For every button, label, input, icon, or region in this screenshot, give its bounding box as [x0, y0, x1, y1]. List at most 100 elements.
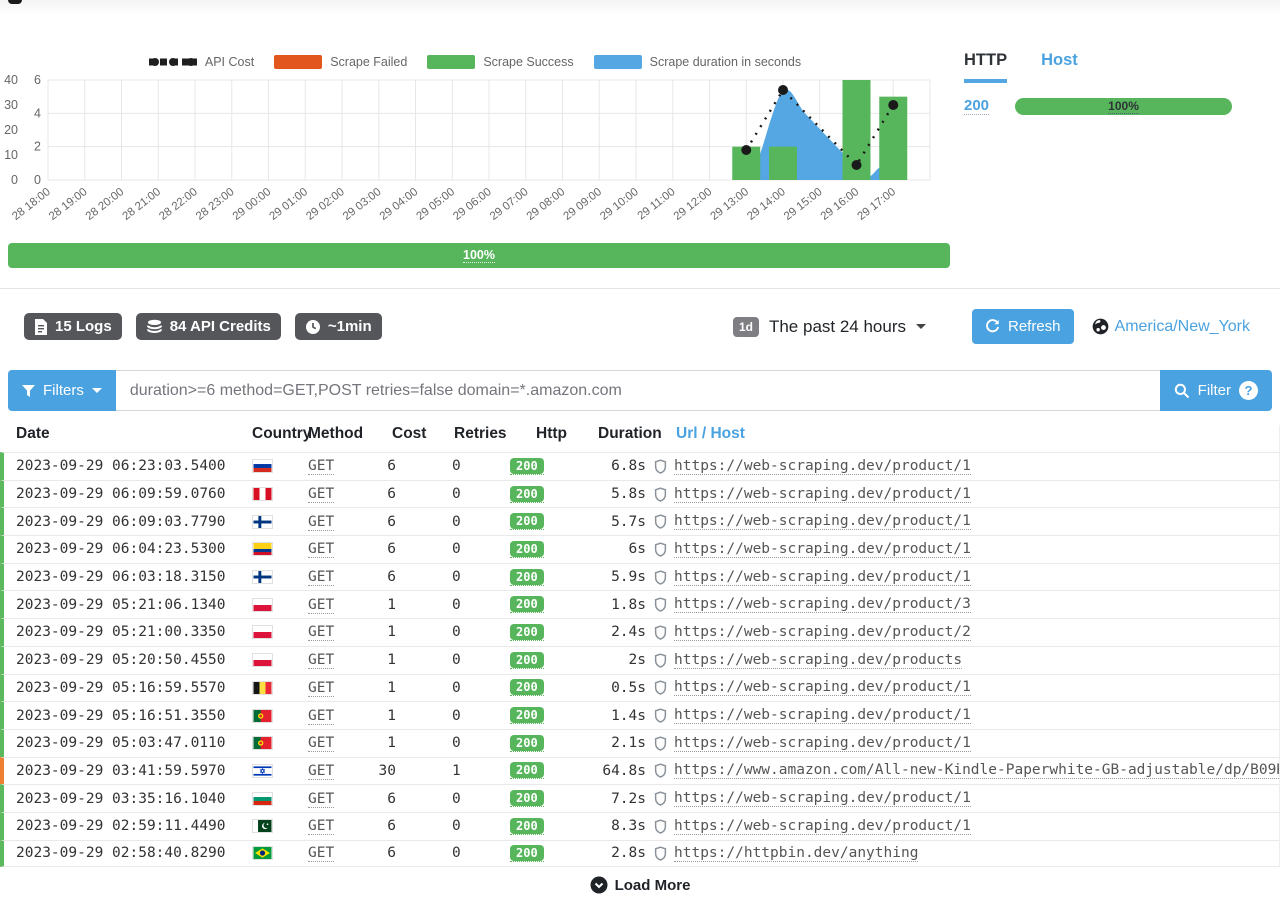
http-status-badge[interactable]: 200 — [510, 596, 544, 613]
url-link[interactable]: https://web-scraping.dev/product/1 — [674, 679, 971, 696]
timezone-link[interactable]: America/New_York — [1115, 318, 1250, 336]
table-row[interactable]: 2023-09-29 06:23:03.5400GET602006.8shttp… — [0, 452, 1279, 480]
method-label[interactable]: GET — [308, 791, 334, 808]
http-status-badge[interactable]: 200 — [510, 679, 544, 696]
method-label[interactable]: GET — [308, 541, 334, 558]
url-link[interactable]: https://web-scraping.dev/product/1 — [674, 818, 971, 835]
x-axis-labels: 28 18:0028 19:0028 20:0028 21:0028 22:00… — [10, 186, 898, 223]
method-label[interactable]: GET — [308, 458, 334, 475]
legend-item-scrape-success[interactable]: Scrape Success — [427, 55, 573, 69]
logs-table: DateCountryMethodCostRetriesHttpDuration… — [0, 425, 1280, 867]
method-label[interactable]: GET — [308, 486, 334, 503]
url-link[interactable]: https://web-scraping.dev/product/3 — [674, 596, 971, 613]
filter-submit-button[interactable]: Filter ? — [1160, 370, 1272, 411]
url-link[interactable]: https://web-scraping.dev/product/2 — [674, 624, 971, 641]
duration-total-label: ~1min — [328, 318, 372, 335]
table-row[interactable]: 2023-09-29 02:58:40.8290GET602002.8shttp… — [0, 840, 1279, 868]
shield-icon — [654, 791, 667, 806]
url-link[interactable]: https://web-scraping.dev/product/1 — [674, 486, 971, 503]
cost-value: 6 — [374, 458, 396, 474]
url-link[interactable]: https://httpbin.dev/anything — [674, 845, 918, 862]
table-row[interactable]: 2023-09-29 06:04:23.5300GET602006shttps:… — [0, 535, 1279, 563]
table-row[interactable]: 2023-09-29 05:16:59.5570GET102000.5shttp… — [0, 674, 1279, 702]
col-header-date: Date — [16, 425, 252, 443]
http-status-badge[interactable]: 200 — [510, 486, 544, 503]
legend-item-scrape-duration-in-seconds[interactable]: Scrape duration in seconds — [594, 55, 801, 69]
method-label[interactable]: GET — [308, 845, 334, 862]
time-range-select[interactable]: The past 24 hours — [769, 317, 906, 337]
http-status-badge[interactable]: 200 — [510, 624, 544, 641]
url-link[interactable]: https://web-scraping.dev/product/1 — [674, 735, 971, 752]
http-status-badge[interactable]: 200 — [510, 707, 544, 724]
load-more-button[interactable]: Load More — [0, 867, 1280, 902]
http-status-badge[interactable]: 200 — [510, 458, 544, 475]
table-row[interactable]: 2023-09-29 06:03:18.3150GET602005.9shttp… — [0, 563, 1279, 591]
method-label[interactable]: GET — [308, 763, 334, 780]
table-row[interactable]: 2023-09-29 05:03:47.0110GET102002.1shttp… — [0, 729, 1279, 757]
duration-value: 2s — [558, 652, 646, 668]
table-row[interactable]: 2023-09-29 05:16:51.3550GET102001.4shttp… — [0, 701, 1279, 729]
method-label[interactable]: GET — [308, 597, 334, 614]
legend-item-api-cost[interactable]: API Cost — [149, 55, 254, 69]
table-row[interactable]: 2023-09-29 03:35:16.1040GET602007.2shttp… — [0, 784, 1279, 812]
shield-icon — [654, 487, 667, 502]
table-row[interactable]: 2023-09-29 02:59:11.4490GET602008.3shttp… — [0, 812, 1279, 840]
method-cell: GET — [308, 569, 374, 585]
http-status-badge[interactable]: 200 — [510, 790, 544, 807]
table-row[interactable]: 2023-09-29 05:21:00.3350GET102002.4shttp… — [0, 618, 1279, 646]
http-status-badge[interactable]: 200 — [510, 762, 544, 779]
retries-value: 0 — [396, 708, 486, 724]
success-rate-bar[interactable]: 100% — [8, 243, 950, 268]
method-label[interactable]: GET — [308, 735, 334, 752]
col-header-url-host[interactable]: Url / Host — [646, 425, 1279, 443]
coins-icon — [146, 319, 163, 334]
http-status-badge[interactable]: 200 — [510, 569, 544, 586]
svg-text:28 19:00: 28 19:00 — [47, 186, 90, 223]
tab-http[interactable]: HTTP — [964, 51, 1007, 83]
url-link[interactable]: https://web-scraping.dev/product/1 — [674, 541, 971, 558]
method-label[interactable]: GET — [308, 569, 334, 586]
section-divider — [0, 288, 1280, 289]
url-link[interactable]: https://web-scraping.dev/product/1 — [674, 513, 971, 530]
http-status-badge[interactable]: 200 — [510, 735, 544, 752]
table-row[interactable]: 2023-09-29 05:20:50.4550GET102002shttps:… — [0, 646, 1279, 674]
url-link[interactable]: https://www.amazon.com/All-new-Kindle-Pa… — [674, 762, 1279, 779]
http-status-badge[interactable]: 200 — [510, 818, 544, 835]
chevron-down-icon[interactable] — [916, 324, 926, 329]
http-status-badge[interactable]: 200 — [510, 541, 544, 558]
url-link[interactable]: https://web-scraping.dev/product/1 — [674, 790, 971, 807]
retries-value: 0 — [396, 652, 486, 668]
filters-dropdown-button[interactable]: Filters — [8, 370, 116, 411]
legend-label: Scrape duration in seconds — [650, 55, 801, 69]
refresh-button[interactable]: Refresh — [972, 309, 1074, 344]
http-status-badge[interactable]: 200 — [510, 513, 544, 530]
success-rate-label[interactable]: 100% — [463, 248, 495, 263]
http-200-link[interactable]: 200 — [964, 97, 989, 115]
legend-item-scrape-failed[interactable]: Scrape Failed — [274, 55, 407, 69]
method-label[interactable]: GET — [308, 680, 334, 697]
method-label[interactable]: GET — [308, 708, 334, 725]
url-link[interactable]: https://web-scraping.dev/product/1 — [674, 707, 971, 724]
url-link[interactable]: https://web-scraping.dev/product/1 — [674, 458, 971, 475]
search-icon — [1174, 383, 1190, 399]
funnel-icon — [22, 385, 35, 397]
help-icon[interactable]: ? — [1239, 381, 1258, 400]
table-row[interactable]: 2023-09-29 05:21:06.1340GET102001.8shttp… — [0, 590, 1279, 618]
url-link[interactable]: https://web-scraping.dev/products — [674, 652, 962, 669]
method-label[interactable]: GET — [308, 818, 334, 835]
method-label[interactable]: GET — [308, 514, 334, 531]
filter-query-input[interactable] — [116, 370, 1160, 411]
shield-icon — [654, 625, 667, 640]
http-status-badge[interactable]: 200 — [510, 845, 544, 862]
table-row[interactable]: 2023-09-29 03:41:59.5970GET30120064.8sht… — [0, 757, 1279, 785]
http-status-badge[interactable]: 200 — [510, 652, 544, 669]
url-link[interactable]: https://web-scraping.dev/product/1 — [674, 569, 971, 586]
table-row[interactable]: 2023-09-29 06:09:59.0760GET602005.8shttp… — [0, 480, 1279, 508]
table-row[interactable]: 2023-09-29 06:09:03.7790GET602005.7shttp… — [0, 507, 1279, 535]
legend-swatch-dotted-line — [149, 55, 197, 69]
method-label[interactable]: GET — [308, 624, 334, 641]
http-cell: 200 — [486, 652, 558, 669]
tab-host[interactable]: Host — [1041, 51, 1078, 83]
svg-text:29 06:00: 29 06:00 — [451, 186, 494, 223]
method-label[interactable]: GET — [308, 652, 334, 669]
